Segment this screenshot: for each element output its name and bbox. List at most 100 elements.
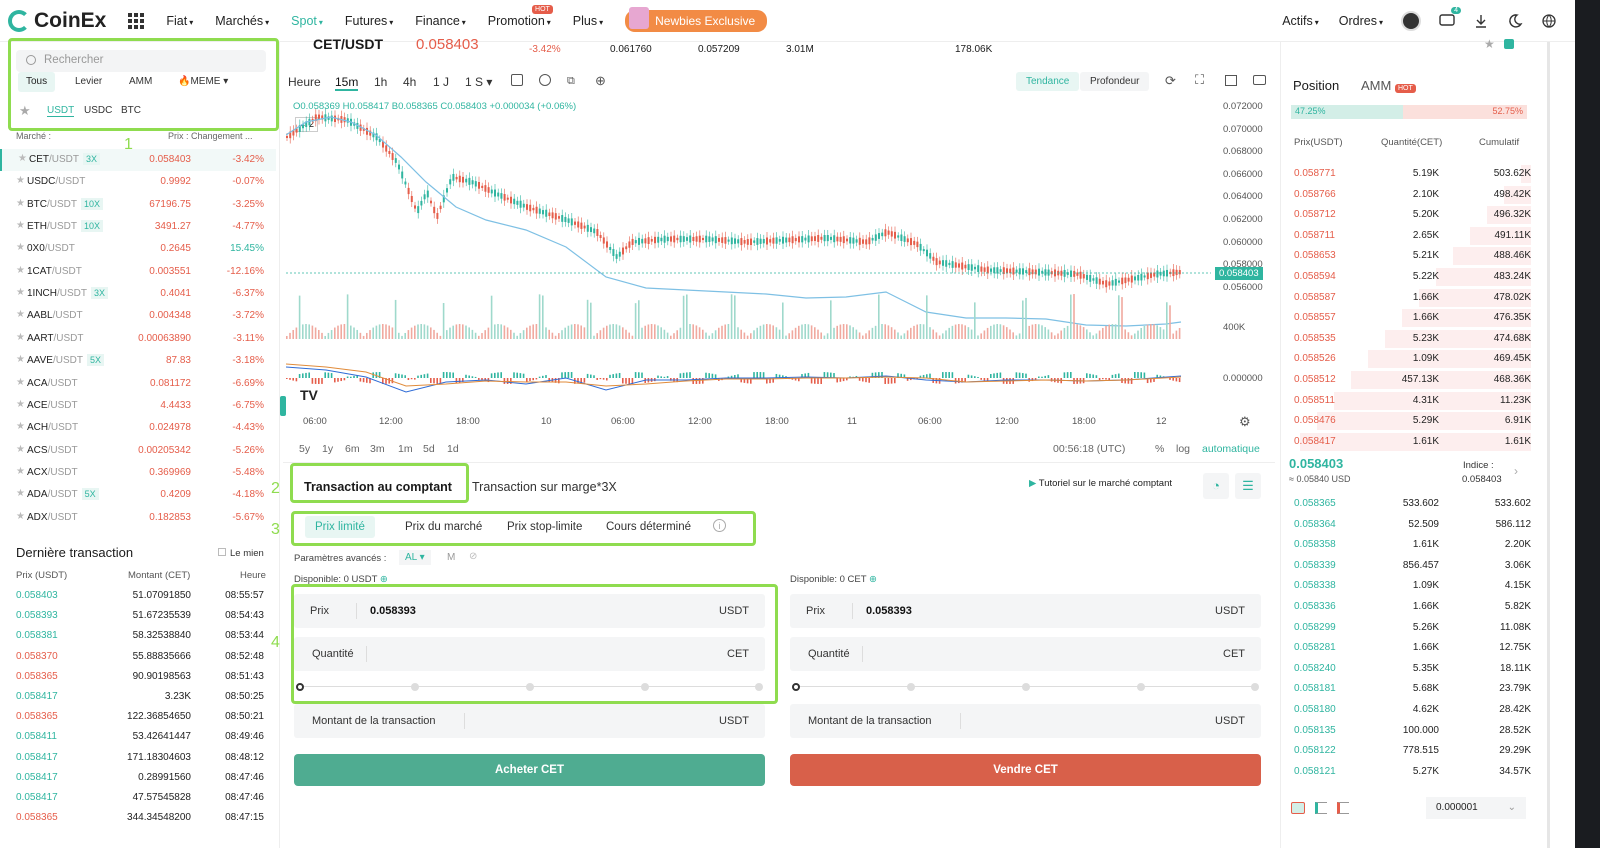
compare-icon[interactable]: ⧉ [567,75,575,88]
ask-row[interactable]: 0.058526 1.09K 469.45K [1291,349,1531,370]
market-row[interactable]: ★ BTC/USDT 10X 67196.75 -3.25% [0,194,276,216]
mode-profondeur[interactable]: Profondeur [1080,72,1150,91]
tab-amm[interactable]: AMM HOT [1361,78,1416,93]
column-price-change[interactable]: Prix : Changement ... [168,131,253,141]
market-row[interactable]: ★ ADX/USDT 0.182853 -5.67% [0,507,276,529]
log-toggle[interactable]: log [1176,443,1190,455]
ask-row[interactable]: 0.058417 1.61K 1.61K [1291,432,1531,453]
range-6m[interactable]: 6m [345,443,360,455]
bid-row[interactable]: 0.058122 778.515 29.29K [1291,741,1531,762]
star-icon[interactable]: ★ [16,399,25,410]
layout-both-icon[interactable] [1291,802,1305,814]
star-icon[interactable]: ★ [16,511,25,522]
interval-1s[interactable]: 1 S ▾ [465,75,492,89]
layout-bids-icon[interactable] [1315,802,1327,814]
range-5y[interactable]: 5y [299,443,310,455]
ask-row[interactable]: 0.058771 5.19K 503.62K [1291,164,1531,185]
fullscreen-icon[interactable]: ⛶ [1195,72,1204,88]
bid-row[interactable]: 0.058181 5.68K 23.79K [1291,679,1531,700]
sell-amount-slider[interactable] [792,682,1259,692]
star-icon[interactable]: ★ [16,466,25,477]
mine-checkbox[interactable]: Le mien [218,548,264,559]
interval-4h[interactable]: 4h [403,75,416,89]
mode-tendance[interactable]: Tendance [1016,72,1080,91]
star-icon[interactable]: ★ [16,309,25,320]
ask-row[interactable]: 0.058557 1.66K 476.35K [1291,308,1531,329]
nav-ordres[interactable]: Ordres ▾ [1339,14,1383,28]
star-icon[interactable]: ★ [16,175,25,186]
interval-heure[interactable]: Heure [288,75,321,89]
bid-row[interactable]: 0.058180 4.62K 28.42K [1291,700,1531,721]
market-row[interactable]: ★ ACS/USDT 0.00205342 -5.26% [0,440,276,462]
market-row[interactable]: ★ ADA/USDT 5X 0.4209 -4.18% [0,484,276,506]
chart-type-icon[interactable] [511,74,523,86]
bid-row[interactable]: 0.058240 5.35K 18.11K [1291,659,1531,680]
bid-row[interactable]: 0.058338 1.09K 4.15K [1291,576,1531,597]
range-1d[interactable]: 1d [447,443,459,455]
sell-price-field[interactable]: Prix 0.058393 USDT [790,594,1261,628]
nav-plus[interactable]: Plus ▾ [573,14,603,28]
settings-icon[interactable] [539,74,551,86]
apps-grid-icon[interactable] [128,12,145,29]
star-icon[interactable]: ★ [16,488,25,499]
scrollbar[interactable] [1547,42,1550,848]
market-row[interactable]: ★ USDC/USDT 0.9992 -0.07% [0,171,276,193]
nav-fiat[interactable]: Fiat ▾ [166,14,193,28]
precision-select[interactable]: 0.000001 ⌄ [1426,797,1526,819]
ask-row[interactable]: 0.058653 5.21K 488.46K [1291,246,1531,267]
market-row[interactable]: ★ ACX/USDT 0.369969 -5.48% [0,462,276,484]
chevron-right-icon[interactable]: › [1514,464,1518,478]
ask-row[interactable]: 0.058511 4.31K 11.23K [1291,391,1531,412]
camera-icon[interactable] [1253,75,1266,85]
market-info-icon[interactable] [1504,39,1514,49]
bid-row[interactable]: 0.058121 5.27K 34.57K [1291,762,1531,783]
ask-row[interactable]: 0.058594 5.22K 483.24K [1291,267,1531,288]
refresh-icon[interactable]: ⟳ [1165,73,1176,89]
bid-row[interactable]: 0.058336 1.66K 5.82K [1291,597,1531,618]
star-icon[interactable]: ★ [18,153,27,164]
dark-mode-icon[interactable] [1507,13,1523,29]
star-icon[interactable]: ★ [16,265,25,276]
nav-actifs[interactable]: Actifs ▾ [1282,14,1319,28]
market-row[interactable]: ★ 0X0/USDT 0.2645 15.45% [0,238,276,260]
percent-toggle[interactable]: % [1155,443,1164,455]
bid-row[interactable]: 0.058135 100.000 28.52K [1291,721,1531,742]
tab-margin-trading[interactable]: Transaction sur marge*3X [472,480,617,494]
al-dropdown[interactable]: AL ▾ [399,550,431,565]
download-icon[interactable] [1473,13,1489,29]
nav-spot[interactable]: Spot ▾ [291,14,323,28]
buy-total-field[interactable]: Montant de la transaction USDT [294,704,765,738]
settings-sliders-icon[interactable]: ☰ [1235,473,1261,499]
bid-row[interactable]: 0.058299 5.26K 11.08K [1291,618,1531,639]
star-icon[interactable]: ★ [16,242,25,253]
ask-row[interactable]: 0.058711 2.65K 491.11K [1291,226,1531,247]
bid-row[interactable]: 0.058358 1.61K 2.20K [1291,535,1531,556]
star-icon[interactable]: ★ [16,332,25,343]
nav-promotion[interactable]: Promotion ▾ HOT [488,4,553,28]
market-row[interactable]: ★ ACE/USDT 4.4433 -6.75% [0,395,276,417]
range-1y[interactable]: 1y [322,443,333,455]
ask-row[interactable]: 0.058535 5.23K 474.68K [1291,329,1531,350]
price-chart[interactable]: TV [286,102,1211,412]
chart-settings-icon[interactable]: ⚙ [1239,414,1251,430]
ask-row[interactable]: 0.058712 5.20K 496.32K [1291,205,1531,226]
layout-asks-icon[interactable] [1337,802,1349,814]
coinex-logo[interactable]: CoinEx [8,9,106,33]
sell-cet-button[interactable]: Vendre CET [790,754,1261,786]
star-icon[interactable]: ★ [16,444,25,455]
star-icon[interactable]: ★ [16,287,25,298]
buy-cet-button[interactable]: Acheter CET [294,754,765,786]
interval-1j[interactable]: 1 J [433,75,449,89]
link-icon[interactable]: ⊘ [469,551,477,562]
message-icon[interactable]: 4 [1439,6,1461,29]
market-row[interactable]: ★ 1INCH/USDT 3X 0.4041 -6.37% [0,283,276,305]
ask-row[interactable]: 0.058512 457.13K 468.36K [1291,370,1531,391]
tutorial-link[interactable]: ▶ Tutoriel sur le marché comptant [1029,478,1172,489]
nav-marches[interactable]: Marchés ▾ [215,14,269,28]
bid-row[interactable]: 0.058281 1.66K 12.75K [1291,638,1531,659]
chart-side-handle[interactable] [280,396,286,416]
add-indicator-icon[interactable]: ⊕ [595,73,606,89]
market-row[interactable]: ★ 1CAT/USDT 0.003551 -12.16% [0,261,276,283]
add-funds-icon[interactable]: ⊕ [869,574,877,585]
history-icon[interactable]: ◔ [1203,473,1229,499]
